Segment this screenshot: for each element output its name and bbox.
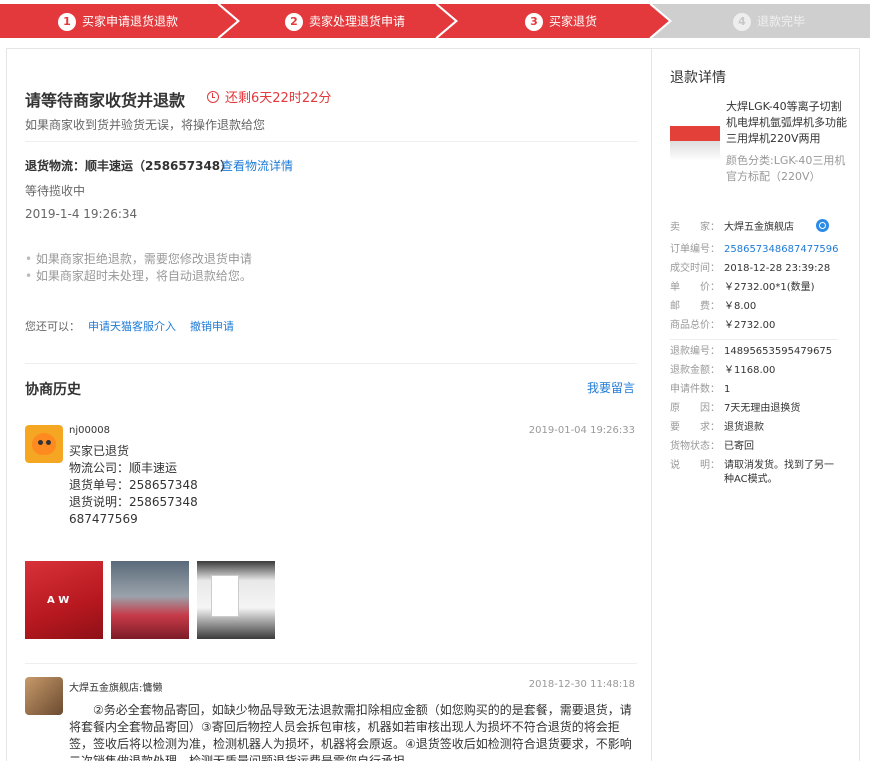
- step-label: 买家申请退货退款: [81, 14, 178, 29]
- detail-row: 邮 费： ￥8.00: [670, 300, 756, 314]
- seller-name: 大焊五金旗舰店: [724, 222, 794, 233]
- status-subtitle: 如果商家收到货并验货无误，将操作退款给您: [25, 118, 266, 132]
- progress-steps: 1 买家申请退货退款 2 卖家处理退货申请 3 买家退货 4 退款完毕: [0, 4, 870, 38]
- detail-row: 卖 家： 大焊五金旗舰店: [670, 219, 829, 235]
- step-number: 4: [732, 12, 751, 31]
- avatar: [25, 677, 63, 715]
- detail-value: ￥8.00: [724, 301, 757, 312]
- detail-value: 14895653595479675: [724, 346, 833, 357]
- return-logistics: 退货物流：顺丰速运（258657348）: [25, 159, 233, 173]
- countdown: 还剩6天22时22分: [207, 87, 407, 106]
- detail-row: 退款编号： 14895653595479675: [670, 345, 832, 359]
- detail-row: 要 求： 退货退款: [670, 421, 764, 435]
- history-user: nj00008: [69, 425, 110, 436]
- detail-row: 单 价： ￥2732.00*1(数量): [670, 281, 815, 295]
- step-label: 退款完毕: [756, 14, 805, 29]
- detail-key: 退款编号：: [670, 346, 720, 357]
- step-label: 买家退货: [548, 14, 597, 29]
- message-line: 退货说明：258657348: [69, 495, 198, 509]
- detail-row: 说 明： 请取消发货。找到了另一种AC模式。: [670, 459, 850, 487]
- detail-key: 订单编号：: [670, 244, 720, 255]
- detail-key: 单 价：: [670, 282, 720, 293]
- leave-message-link[interactable]: 我要留言: [587, 379, 635, 396]
- detail-value: 7天无理由退换货: [724, 403, 801, 414]
- detail-row: 成交时间： 2018-12-28 23:39:28: [670, 262, 830, 276]
- detail-row: 货物状态： 已寄回: [670, 440, 754, 454]
- product-name[interactable]: 大焊LGK-40等离子切割机电焊机氩弧焊机多功能三用焊机220V两用: [726, 99, 848, 147]
- order-number-link[interactable]: 258657348687477596: [724, 244, 839, 255]
- detail-value: ￥1168.00: [724, 365, 776, 376]
- detail-row: 申请件数： 1: [670, 383, 730, 397]
- avatar: [25, 425, 63, 463]
- tip-item: 如果商家拒绝退款，需要您修改退货申请: [25, 251, 252, 268]
- appeal-link[interactable]: 申请天猫客服介入: [88, 320, 176, 333]
- step-label: 卖家处理退货申请: [308, 14, 405, 29]
- detail-row: 原 因： 7天无理由退换货: [670, 402, 800, 416]
- logistics-time: 2019-1-4 19:26:34: [25, 207, 138, 221]
- history-user: 大焊五金旗舰店:慵懒: [69, 683, 163, 694]
- detail-value: ￥2732.00*1(数量): [724, 282, 815, 293]
- step-3: 3 买家退货: [454, 4, 668, 38]
- divider: [25, 363, 637, 364]
- main-panel: 请等待商家收货并退款 还剩6天22时22分 如果商家收到货并验货无误，将操作退款…: [6, 48, 652, 761]
- logistics-state: 等待揽收中: [25, 184, 86, 198]
- step-4: 4 退款完毕: [668, 4, 870, 38]
- side-title: 退款详情: [670, 70, 726, 86]
- detail-value: 1: [724, 384, 731, 395]
- detail-value: 请取消发货。找到了另一种AC模式。: [724, 460, 834, 485]
- tips-list: 如果商家拒绝退款，需要您修改退货申请 如果商家超时未处理，将自动退款给您。: [25, 251, 252, 285]
- step-number: 1: [57, 12, 76, 31]
- step-1: 1 买家申请退货退款: [0, 4, 236, 38]
- detail-key: 商品总价：: [670, 320, 720, 331]
- detail-value: 2018-12-28 23:39:28: [724, 263, 831, 274]
- status-header: 请等待商家收货并退款 还剩6天22时22分: [25, 87, 331, 110]
- history-message: 买家已退货 物流公司：顺丰速运 退货单号：258657348 退货说明：2586…: [69, 443, 198, 528]
- chat-icon[interactable]: [816, 219, 829, 232]
- step-number: 3: [524, 12, 543, 31]
- clock-icon: [207, 91, 219, 103]
- product-image[interactable]: [670, 111, 720, 161]
- message-line: 物流公司：顺丰速运: [69, 461, 178, 475]
- detail-key: 说 明：: [670, 460, 720, 471]
- detail-row: 订单编号： 258657348687477596: [670, 243, 839, 257]
- countdown-text: 还剩6天22时22分: [225, 91, 332, 106]
- evidence-thumbnail[interactable]: [197, 561, 275, 639]
- detail-key: 原 因：: [670, 403, 720, 414]
- history-title: 协商历史: [25, 382, 81, 398]
- detail-key: 申请件数：: [670, 384, 720, 395]
- evidence-thumbnail[interactable]: [25, 561, 103, 639]
- detail-value: ￥2732.00: [724, 320, 776, 331]
- detail-key: 要 求：: [670, 422, 720, 433]
- history-time: 2018-12-30 11:48:18: [528, 679, 635, 690]
- refund-details-panel: 退款详情 大焊LGK-40等离子切割机电焊机氩弧焊机多功能三用焊机220V两用 …: [652, 48, 860, 761]
- history-time: 2019-01-04 19:26:33: [528, 425, 635, 436]
- view-logistics-link[interactable]: 查看物流详情: [221, 157, 293, 174]
- message-line: 687477569: [69, 512, 138, 526]
- detail-key: 退款金额：: [670, 365, 720, 376]
- product-attr: 颜色分类:LGK-40三用机 官方标配（220V）: [726, 154, 846, 183]
- detail-key: 成交时间：: [670, 263, 720, 274]
- cancel-request-link[interactable]: 撤销申请: [190, 320, 234, 333]
- divider: [670, 339, 838, 340]
- detail-value: 退货退款: [724, 422, 764, 433]
- page-title: 请等待商家收货并退款: [25, 91, 186, 110]
- message-line: 买家已退货: [69, 444, 130, 458]
- detail-value: 已寄回: [724, 441, 754, 452]
- detail-key: 货物状态：: [670, 441, 720, 452]
- step-2: 2 卖家处理退货申请: [236, 4, 454, 38]
- detail-row: 退款金额： ￥1168.00: [670, 364, 775, 378]
- evidence-thumbnail[interactable]: [111, 561, 189, 639]
- detail-row: 商品总价： ￥2732.00: [670, 319, 775, 333]
- divider: [25, 663, 637, 664]
- tip-item: 如果商家超时未处理，将自动退款给您。: [25, 268, 252, 285]
- actions-row: 您还可以： 申请天猫客服介入 撤销申请: [25, 318, 234, 334]
- divider: [25, 141, 637, 142]
- detail-key: 卖 家：: [670, 222, 720, 233]
- step-number: 2: [284, 12, 303, 31]
- message-line: 退货单号：258657348: [69, 478, 198, 492]
- detail-key: 邮 费：: [670, 301, 720, 312]
- history-message: ②务必全套物品寄回，如缺少物品导致无法退款需扣除相应金额（如您购买的的是套餐，需…: [69, 703, 632, 761]
- actions-prefix: 您还可以：: [25, 320, 80, 333]
